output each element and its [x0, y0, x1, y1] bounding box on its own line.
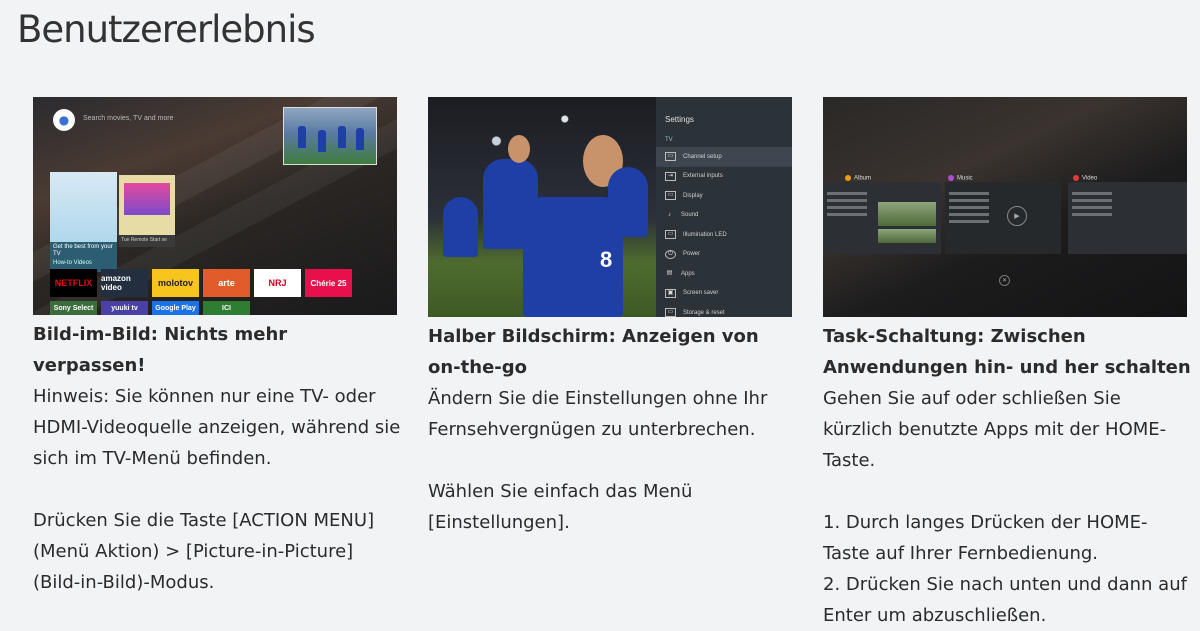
half-screen-screenshot[interactable]: 8 Settings TV ▭ Channel setup ⇥ External i…: [428, 97, 792, 317]
menu-item[interactable]: ♪ Sound: [656, 206, 792, 226]
settings-menu: Settings TV ▭ Channel setup ⇥ External inp…: [656, 97, 792, 317]
app-tile: Google Play: [152, 301, 199, 315]
app-tile: Sony Select: [50, 301, 97, 315]
menu-item[interactable]: ▣ Screen saver: [656, 284, 792, 304]
feature-heading: Task-Schaltung: Zwischen Anwendungen hin…: [823, 326, 1191, 378]
menu-item[interactable]: ▭ Channel setup: [656, 147, 792, 167]
feature-heading: Bild-im-Bild: Nichts mehr verpassen!: [33, 324, 288, 376]
app-tile: NRJ: [254, 269, 301, 297]
menu-item[interactable]: ▭ Illumination LED: [656, 225, 792, 245]
feature-text: Halber Bildschirm: Anzeigen von on-the-g…: [428, 321, 796, 538]
tv-tips-card: Get the best from your TV How-to Videos: [50, 172, 117, 272]
app-tile: Chérie 25: [305, 269, 352, 297]
close-icon[interactable]: ✕: [999, 275, 1010, 286]
app-label: Music: [948, 175, 973, 182]
pip-screenshot[interactable]: ● Search movies, TV and more Get the bes…: [33, 97, 397, 315]
app-label: Album: [845, 175, 871, 182]
small-app-row: Sony Select yuuki tv Google Play ICI: [50, 301, 250, 315]
feature-step: 1. Durch langes Drücken der HOME-Taste a…: [823, 512, 1148, 564]
app-tile: yuuki tv: [101, 301, 148, 315]
play-icon: ▶: [1007, 206, 1027, 226]
app-label: Video: [1073, 175, 1097, 182]
app-tile: arte: [203, 269, 250, 297]
feature-text: Task-Schaltung: Zwischen Anwendungen hin…: [823, 321, 1191, 631]
feature-paragraph: Gehen Sie auf oder schließen Sie kürzlic…: [823, 388, 1167, 471]
menu-item[interactable]: ▭ Storage & reset: [656, 303, 792, 317]
feature-text: Bild-im-Bild: Nichts mehr verpassen! Hin…: [33, 319, 401, 598]
feature-half-screen: 8 Settings TV ▭ Channel setup ⇥ External i…: [428, 97, 798, 538]
feature-task-switch: Album Music ▶ Video ✕ Task-Schaltung: Zw…: [823, 97, 1193, 631]
menu-item[interactable]: ⇥ External inputs: [656, 167, 792, 187]
app-tile-row: NETFLIX amazon video molotov arte NRJ Ch…: [50, 269, 352, 297]
menu-item[interactable]: ▭ Display: [656, 186, 792, 206]
microphone-icon: ●: [53, 109, 75, 131]
feature-paragraph: Hinweis: Sie können nur eine TV- oder HD…: [33, 386, 401, 469]
remote-card: Tue Remote Start se: [119, 175, 175, 247]
app-tile: amazon video: [101, 269, 148, 297]
app-tile: ICI: [203, 301, 250, 315]
settings-title: Settings: [665, 115, 694, 124]
app-tile: NETFLIX: [50, 269, 97, 297]
feature-paragraph: Drücken Sie die Taste [ACTION MENU] (Men…: [33, 510, 375, 593]
feature-paragraph: Ändern Sie die Einstellungen ohne Ihr Fe…: [428, 388, 768, 440]
task-switch-screenshot[interactable]: Album Music ▶ Video ✕: [823, 97, 1187, 317]
feature-step: 2. Drücken Sie nach unten und dann auf E…: [823, 574, 1187, 626]
jersey-number: 8: [600, 247, 613, 272]
football-photo: 8: [428, 97, 656, 317]
feature-paragraph: Wählen Sie einfach das Menü [Einstellung…: [428, 481, 693, 533]
menu-item[interactable]: ⏻ Power: [656, 245, 792, 265]
pip-window: [283, 107, 377, 165]
feature-heading: Halber Bildschirm: Anzeigen von on-the-g…: [428, 326, 759, 378]
recent-app-panel[interactable]: ▶: [945, 182, 1061, 254]
menu-item[interactable]: ▤ Apps: [656, 264, 792, 284]
search-hint: Search movies, TV and more: [83, 115, 174, 122]
recent-app-panel[interactable]: [823, 182, 941, 254]
recent-app-panel[interactable]: [1068, 182, 1187, 254]
feature-pip: ● Search movies, TV and more Get the bes…: [33, 97, 403, 598]
page-title: Benutzererlebnis: [17, 8, 316, 51]
app-tile: molotov: [152, 269, 199, 297]
